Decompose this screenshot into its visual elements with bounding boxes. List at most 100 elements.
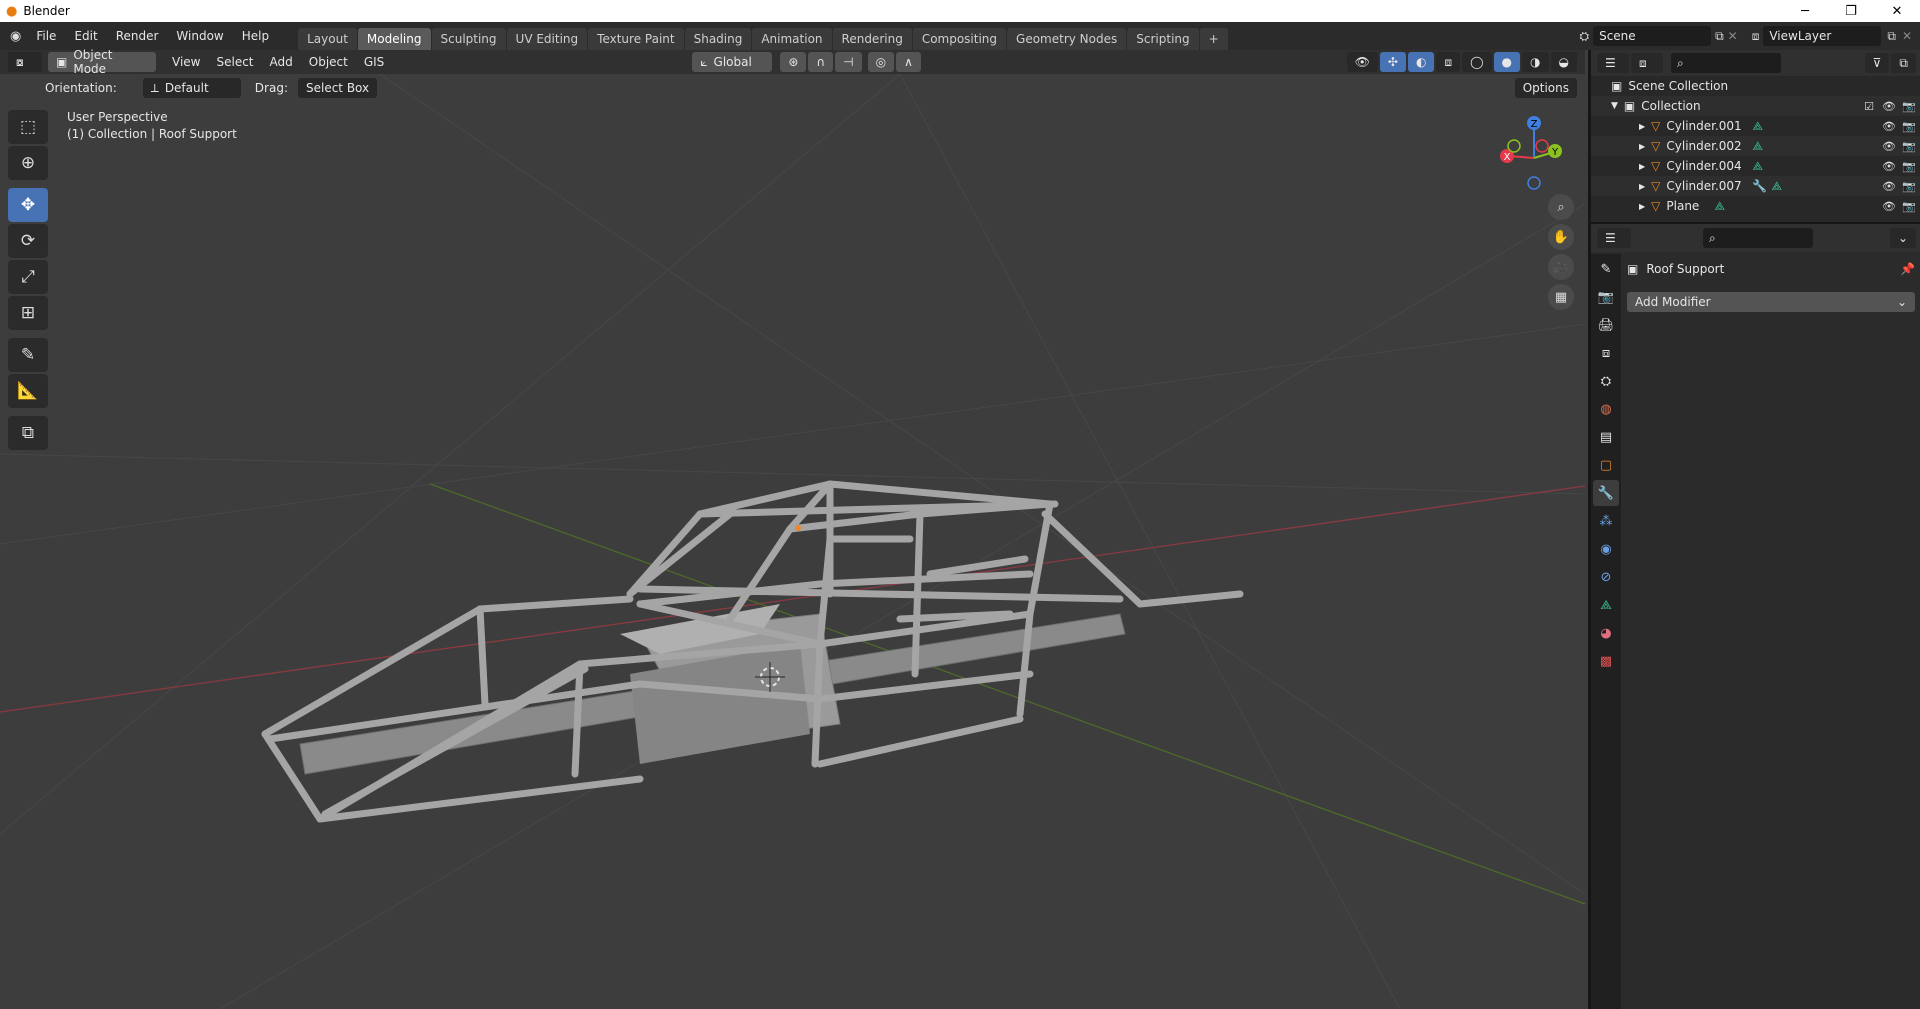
ortho-grid-icon[interactable]: ▦ [1548, 284, 1574, 310]
expand-arrow-icon[interactable]: ▶ [1639, 122, 1645, 131]
expand-arrow-icon[interactable]: ▶ [1639, 162, 1645, 171]
camera-icon[interactable]: 📷 [1902, 180, 1916, 193]
orientation-dropdown[interactable]: ⟂ Default [142, 78, 241, 98]
eye-icon[interactable]: 👁 [1882, 200, 1896, 213]
pan-hand-icon[interactable]: ✋ [1548, 224, 1574, 250]
mesh-data-icon[interactable]: ⟁ [1752, 119, 1763, 134]
zoom-icon[interactable]: ⌕ [1548, 194, 1574, 220]
mesh-data-icon[interactable]: ⟁ [1752, 139, 1763, 154]
menu-file[interactable]: File [27, 26, 65, 46]
menu-edit[interactable]: Edit [65, 26, 106, 46]
cursor-tool-icon[interactable]: ⊕ [8, 146, 48, 180]
menu-render[interactable]: Render [107, 26, 168, 46]
measure-tool-icon[interactable]: 📐 [8, 374, 48, 408]
camera-icon[interactable]: 📷 [1902, 120, 1916, 133]
select-box-tool-icon[interactable]: ⬚ [8, 110, 48, 144]
expand-arrow-icon[interactable]: ▶ [1639, 202, 1645, 211]
menu-add[interactable]: Add [262, 55, 301, 69]
blender-menu-icon[interactable]: ◉ [10, 29, 21, 44]
tab-rendering[interactable]: Rendering [832, 28, 912, 50]
mode-dropdown[interactable]: ▣ Object Mode [48, 48, 156, 76]
transform-orientation-dropdown[interactable]: ⟀ Global [692, 52, 773, 72]
new-scene-icon[interactable]: ⧉ [1715, 29, 1724, 44]
properties-editor-type-icon[interactable]: ☰ [1597, 228, 1631, 248]
falloff-icon[interactable]: ∧ [896, 52, 921, 72]
outliner-collection[interactable]: ▼ ▣ Collection ☑ 👁 📷 [1591, 96, 1920, 116]
tab-texture-paint[interactable]: Texture Paint [588, 28, 684, 50]
scene-icon[interactable]: ⛭ [1579, 29, 1589, 44]
drag-dropdown[interactable]: Select Box [297, 78, 378, 98]
new-view-layer-icon[interactable]: ⧉ [1887, 29, 1896, 44]
eye-icon[interactable]: 👁 [1882, 180, 1896, 193]
modifier-tab-icon[interactable]: 🔧 [1593, 480, 1619, 506]
tab-animation[interactable]: Animation [752, 28, 832, 50]
outliner-item-cylinder-007[interactable]: ▶ ▽ Cylinder.007 🔧 ⟁ 👁 📷 [1591, 176, 1920, 196]
outliner-item-cylinder-001[interactable]: ▶ ▽ Cylinder.001 ⟁ 👁 📷 [1591, 116, 1920, 136]
navigation-gizmo[interactable]: Z Y X [1496, 108, 1566, 198]
solid-shading-icon[interactable]: ● [1493, 52, 1521, 72]
outliner-item-cylinder-002[interactable]: ▶ ▽ Cylinder.002 ⟁ 👁 📷 [1591, 136, 1920, 156]
render-tab-icon[interactable]: 📷 [1593, 284, 1619, 310]
view-layer-icon[interactable]: ⧈ [1752, 29, 1760, 44]
viewport-scene[interactable] [0, 74, 1585, 1009]
outliner-item-plane[interactable]: ▶ ▽ Plane ⟁ 👁 📷 [1591, 196, 1920, 216]
delete-scene-icon[interactable]: ✕ [1728, 29, 1738, 43]
editor-type-icon[interactable]: ⧇ [8, 52, 42, 72]
object-tab-icon[interactable]: ▢ [1593, 452, 1619, 478]
scene-tab-icon[interactable]: ⛭ [1593, 368, 1619, 394]
new-collection-icon[interactable]: ⧉ [1891, 53, 1916, 73]
overlay-toggle-icon[interactable]: ◐ [1407, 52, 1435, 72]
scene-selector[interactable]: Scene [1593, 26, 1712, 46]
visibility-icon[interactable]: 👁 [1346, 52, 1378, 72]
move-tool-icon[interactable]: ✥ [8, 188, 48, 222]
collection-checkbox-icon[interactable]: ☑ [1862, 100, 1876, 113]
tab-sculpting[interactable]: Sculpting [431, 28, 506, 50]
texture-tab-icon[interactable]: ▩ [1593, 648, 1619, 674]
outliner-item-cylinder-004[interactable]: ▶ ▽ Cylinder.004 ⟁ 👁 📷 [1591, 156, 1920, 176]
tab-uv-editing[interactable]: UV Editing [506, 28, 588, 50]
constraints-tab-icon[interactable]: ⊘ [1593, 564, 1619, 590]
rendered-shading-icon[interactable]: ◒ [1550, 52, 1577, 72]
view-layer-tab-icon[interactable]: ⧈ [1593, 340, 1619, 366]
tab-layout[interactable]: Layout [298, 28, 357, 50]
transform-tool-icon[interactable]: ⊞ [8, 296, 48, 330]
minimize-button[interactable]: ─ [1782, 0, 1828, 22]
menu-object[interactable]: Object [301, 55, 356, 69]
mesh-data-icon[interactable]: ⟁ [1771, 179, 1782, 194]
proportional-edit-icon[interactable]: ◎ [867, 52, 895, 72]
tab-geometry-nodes[interactable]: Geometry Nodes [1007, 28, 1127, 50]
maximize-button[interactable]: ❐ [1828, 0, 1874, 22]
collection-tab-icon[interactable]: ▤ [1593, 424, 1619, 450]
close-button[interactable]: ✕ [1874, 0, 1920, 22]
car-frame-mesh[interactable] [261, 480, 1244, 823]
camera-icon[interactable]: 📷 [1902, 200, 1916, 213]
camera-icon[interactable]: 📷 [1902, 160, 1916, 173]
eye-icon[interactable]: 👁 [1882, 160, 1896, 173]
mesh-data-icon[interactable]: ⟁ [1714, 199, 1725, 214]
annotate-tool-icon[interactable]: ✎ [8, 338, 48, 372]
outliner-display-mode-icon[interactable]: ⧈ [1631, 53, 1663, 73]
outliner-editor-type-icon[interactable]: ☰ [1597, 53, 1629, 73]
options-dropdown[interactable]: Options [1514, 78, 1577, 98]
menu-help[interactable]: Help [233, 26, 278, 46]
xray-toggle-icon[interactable]: ⧈ [1436, 52, 1461, 72]
filter-icon[interactable]: ⊽ [1864, 53, 1890, 73]
outliner-scene-collection[interactable]: ▣ Scene Collection [1591, 76, 1920, 96]
gizmo-toggle-icon[interactable]: ✣ [1379, 52, 1406, 72]
physics-tab-icon[interactable]: ◉ [1593, 536, 1619, 562]
camera-view-icon[interactable]: 🎥 [1548, 254, 1574, 280]
particles-tab-icon[interactable]: ⁂ [1593, 508, 1619, 534]
expand-arrow-icon[interactable]: ▼ [1611, 101, 1618, 111]
add-cube-tool-icon[interactable]: ⧉ [8, 416, 48, 450]
pivot-point-icon[interactable]: ⊛ [780, 52, 807, 72]
menu-gis[interactable]: GIS [356, 55, 392, 69]
modifier-wrench-icon[interactable]: 🔧 [1752, 179, 1767, 193]
menu-select[interactable]: Select [208, 55, 261, 69]
world-tab-icon[interactable]: ◍ [1593, 396, 1619, 422]
camera-icon[interactable]: 📷 [1902, 140, 1916, 153]
eye-icon[interactable]: 👁 [1882, 120, 1896, 133]
tab-compositing[interactable]: Compositing [912, 28, 1007, 50]
3d-viewport[interactable]: Orientation: ⟂ Default Drag: Select Box O… [0, 74, 1585, 1009]
material-tab-icon[interactable]: ◕ [1593, 620, 1619, 646]
menu-view[interactable]: View [164, 55, 208, 69]
